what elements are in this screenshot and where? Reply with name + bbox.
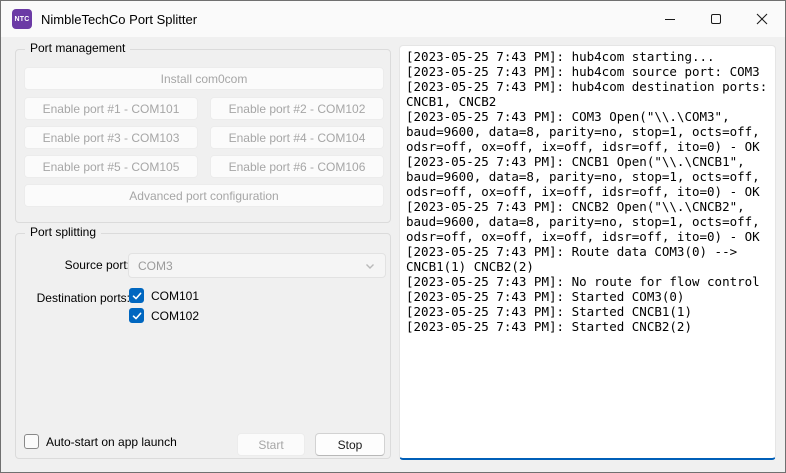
- close-icon: [756, 13, 768, 25]
- log-output[interactable]: [2023-05-25 7:43 PM]: hub4com starting..…: [399, 45, 776, 460]
- destination-com101-checkbox[interactable]: COM101: [129, 288, 199, 303]
- check-icon: [132, 311, 142, 321]
- destination-ports-label: Destination ports:: [24, 291, 130, 305]
- destination-com102-label: COM102: [151, 309, 199, 323]
- source-port-label: Source port:: [24, 258, 130, 272]
- stop-button[interactable]: Stop: [315, 433, 385, 456]
- checkbox-checked: [129, 288, 144, 303]
- port-splitting-group: Port splitting Source port: COM3 Destina…: [15, 233, 391, 459]
- close-button[interactable]: [739, 1, 785, 37]
- maximize-button[interactable]: [693, 1, 739, 37]
- enable-port-4-button[interactable]: Enable port #4 - COM104: [210, 126, 384, 149]
- source-port-select[interactable]: COM3: [128, 253, 386, 278]
- enable-port-1-button[interactable]: Enable port #1 - COM101: [24, 97, 198, 120]
- port-management-group: Port management Install com0com Enable p…: [15, 49, 391, 223]
- checkbox-checked: [129, 308, 144, 323]
- chevron-down-icon: [364, 260, 376, 272]
- maximize-icon: [711, 14, 721, 24]
- check-icon: [132, 291, 142, 301]
- advanced-port-configuration-button[interactable]: Advanced port configuration: [24, 184, 384, 207]
- window-controls: [647, 1, 785, 37]
- enable-port-5-button[interactable]: Enable port #5 - COM105: [24, 155, 198, 178]
- port-management-legend: Port management: [25, 41, 130, 55]
- install-com0com-button[interactable]: Install com0com: [24, 67, 384, 90]
- destination-com101-label: COM101: [151, 289, 199, 303]
- destination-com102-checkbox[interactable]: COM102: [129, 308, 199, 323]
- enable-port-2-button[interactable]: Enable port #2 - COM102: [210, 97, 384, 120]
- port-splitting-legend: Port splitting: [25, 225, 101, 239]
- autostart-checkbox[interactable]: Auto-start on app launch: [24, 434, 177, 449]
- minimize-button[interactable]: [647, 1, 693, 37]
- titlebar: NTC NimbleTechCo Port Splitter: [1, 1, 785, 37]
- app-icon: NTC: [12, 9, 32, 29]
- source-port-value: COM3: [138, 259, 173, 273]
- app-window: NTC NimbleTechCo Port Splitter Port mana…: [0, 0, 786, 473]
- autostart-label: Auto-start on app launch: [46, 435, 177, 449]
- start-button[interactable]: Start: [237, 433, 305, 456]
- enable-port-3-button[interactable]: Enable port #3 - COM103: [24, 126, 198, 149]
- checkbox-unchecked: [24, 434, 39, 449]
- enable-port-6-button[interactable]: Enable port #6 - COM106: [210, 155, 384, 178]
- minimize-icon: [665, 19, 675, 20]
- window-title: NimbleTechCo Port Splitter: [41, 12, 197, 27]
